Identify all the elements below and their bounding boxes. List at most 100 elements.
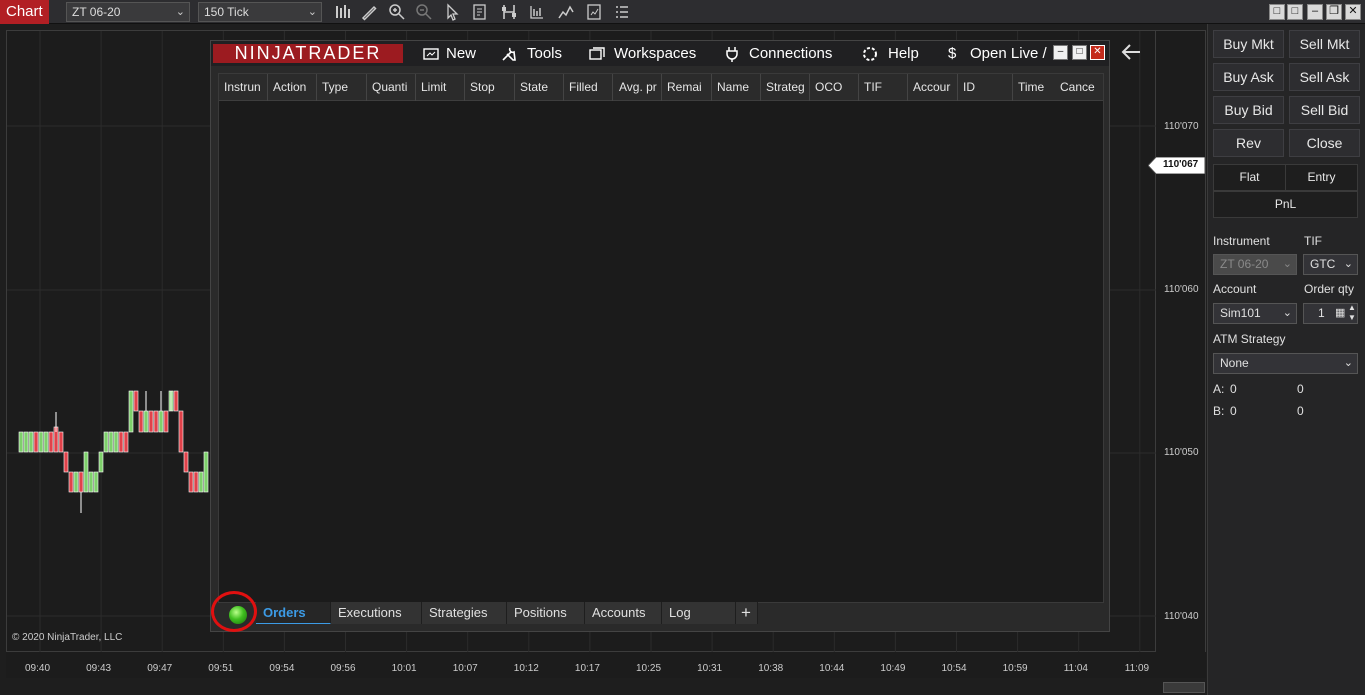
column-type[interactable]: Type bbox=[317, 74, 367, 101]
buy-mkt-button[interactable]: Buy Mkt bbox=[1213, 30, 1284, 58]
control-center-window[interactable]: NINJATRADER New Tools Workspaces Connect… bbox=[210, 40, 1110, 632]
position-flat: Flat bbox=[1213, 164, 1286, 191]
sell-mkt-button[interactable]: Sell Mkt bbox=[1289, 30, 1360, 58]
maximize-icon[interactable]: □ bbox=[1072, 45, 1087, 60]
candle bbox=[93, 471, 99, 493]
bid-value-2: 0 bbox=[1297, 404, 1304, 418]
candle bbox=[33, 431, 39, 453]
instrument-selector[interactable]: ZT 06-20 ⌄ bbox=[66, 2, 190, 22]
column-account[interactable]: Accour bbox=[908, 74, 958, 101]
tab-accounts[interactable]: Accounts bbox=[585, 602, 662, 624]
price-label: 110'040 bbox=[1164, 611, 1199, 622]
close-icon[interactable]: ✕ bbox=[1345, 4, 1361, 20]
column-instrument[interactable]: Instrun bbox=[219, 74, 268, 101]
minimize-icon[interactable]: – bbox=[1053, 45, 1068, 60]
column-id[interactable]: ID bbox=[958, 74, 1013, 101]
sell-ask-button[interactable]: Sell Ask bbox=[1289, 63, 1360, 91]
add-tab-button[interactable]: + bbox=[736, 602, 758, 624]
maximize-icon[interactable]: ❐ bbox=[1326, 4, 1342, 20]
menu-tools[interactable]: Tools bbox=[527, 45, 562, 62]
interval-selector[interactable]: 150 Tick ⌄ bbox=[198, 2, 322, 22]
account-select[interactable]: Sim101 ⌄ bbox=[1213, 303, 1297, 324]
pointer-icon[interactable] bbox=[443, 3, 461, 21]
chart-tab[interactable]: Chart bbox=[0, 0, 49, 24]
chevron-down-icon: ⌄ bbox=[1343, 357, 1353, 369]
tab-executions[interactable]: Executions bbox=[331, 602, 422, 624]
calculator-icon[interactable]: ▦ bbox=[1335, 304, 1345, 323]
column-state[interactable]: State bbox=[515, 74, 564, 101]
back-arrow-icon[interactable] bbox=[1120, 41, 1142, 63]
zoom-out-icon[interactable] bbox=[415, 3, 433, 21]
strategies-icon[interactable] bbox=[500, 3, 518, 21]
column-stop[interactable]: Stop bbox=[465, 74, 515, 101]
bid-label: B: bbox=[1213, 404, 1225, 418]
candle bbox=[133, 390, 139, 412]
chart-trader-icon[interactable] bbox=[585, 3, 603, 21]
properties-icon[interactable] bbox=[471, 3, 489, 21]
candle bbox=[78, 471, 84, 493]
list-icon[interactable] bbox=[613, 3, 631, 21]
column-tif[interactable]: TIF bbox=[859, 74, 908, 101]
candle bbox=[118, 431, 124, 453]
candle bbox=[88, 471, 94, 493]
column-name[interactable]: Name bbox=[712, 74, 761, 101]
orders-grid-header: Instrun Action Type Quanti Limit Stop St… bbox=[219, 74, 1103, 101]
orders-grid[interactable]: Instrun Action Type Quanti Limit Stop St… bbox=[218, 73, 1104, 603]
bar-type-icon[interactable] bbox=[333, 3, 351, 21]
close-icon[interactable]: ✕ bbox=[1090, 45, 1105, 60]
column-strategy[interactable]: Strateg bbox=[761, 74, 810, 101]
tab-positions[interactable]: Positions bbox=[507, 602, 585, 624]
column-quantity[interactable]: Quanti bbox=[367, 74, 416, 101]
menu-help[interactable]: Help bbox=[888, 45, 919, 62]
zoom-in-icon[interactable] bbox=[388, 3, 406, 21]
candle bbox=[193, 471, 199, 493]
tab-orders[interactable]: Orders bbox=[256, 602, 331, 624]
price-label: 110'070 bbox=[1164, 121, 1199, 132]
column-remaining[interactable]: Remai bbox=[662, 74, 712, 101]
tab-log[interactable]: Log bbox=[662, 602, 736, 624]
column-oco[interactable]: OCO bbox=[810, 74, 859, 101]
column-cancel[interactable]: Cance bbox=[1055, 74, 1103, 101]
candle bbox=[48, 431, 54, 453]
sell-bid-button[interactable]: Sell Bid bbox=[1289, 96, 1360, 124]
templates-icon[interactable] bbox=[557, 3, 575, 21]
menu-connections[interactable]: Connections bbox=[749, 45, 832, 62]
spinner-icon[interactable]: ▲ ▼ bbox=[1348, 303, 1356, 323]
candle bbox=[173, 390, 179, 412]
menu-workspaces[interactable]: Workspaces bbox=[614, 45, 696, 62]
order-qty-stepper[interactable]: 1 ▦ ▲ ▼ bbox=[1303, 303, 1358, 324]
help-icon bbox=[862, 46, 878, 62]
tab-strategies[interactable]: Strategies bbox=[422, 602, 507, 624]
price-axis[interactable]: 110'070 110'060 110'050 110'040 bbox=[1156, 30, 1206, 652]
menu-open-live[interactable]: Open Live / bbox=[970, 45, 1047, 62]
atm-strategy-select[interactable]: None ⌄ bbox=[1213, 353, 1358, 374]
restore-icon[interactable]: □ bbox=[1269, 4, 1285, 20]
buy-ask-button[interactable]: Buy Ask bbox=[1213, 63, 1284, 91]
time-label: 10:59 bbox=[1002, 663, 1028, 674]
time-label: 10:07 bbox=[452, 663, 478, 674]
column-limit[interactable]: Limit bbox=[416, 74, 465, 101]
menu-new[interactable]: New bbox=[446, 45, 476, 62]
buy-bid-button[interactable]: Buy Bid bbox=[1213, 96, 1284, 124]
tools-icon bbox=[501, 46, 517, 62]
candle bbox=[203, 451, 209, 493]
candle bbox=[163, 410, 169, 433]
column-time[interactable]: Time bbox=[1013, 74, 1055, 101]
indicators-icon[interactable] bbox=[528, 3, 546, 21]
column-avg-price[interactable]: Avg. pr bbox=[613, 74, 662, 101]
column-action[interactable]: Action bbox=[268, 74, 317, 101]
ask-label: A: bbox=[1213, 382, 1225, 396]
tile-icon[interactable]: □ bbox=[1287, 4, 1303, 20]
chart-scrollbar[interactable] bbox=[1163, 682, 1205, 693]
close-position-button[interactable]: Close bbox=[1289, 129, 1360, 157]
column-filled[interactable]: Filled bbox=[564, 74, 613, 101]
last-price-label: 110'067 bbox=[1163, 159, 1199, 170]
control-center-menubar: NINJATRADER New Tools Workspaces Connect… bbox=[211, 41, 1109, 66]
reverse-button[interactable]: Rev bbox=[1213, 129, 1284, 157]
draw-tool-icon[interactable] bbox=[360, 3, 378, 21]
tif-select[interactable]: GTC ⌄ bbox=[1303, 254, 1358, 275]
minimize-icon[interactable]: – bbox=[1307, 4, 1323, 20]
chevron-down-icon: ⌄ bbox=[1282, 258, 1292, 270]
interval-selector-value: 150 Tick bbox=[204, 5, 249, 19]
time-axis[interactable]: 09:40 09:43 09:47 09:51 09:54 09:56 10:01 10:07… bbox=[6, 652, 1206, 678]
